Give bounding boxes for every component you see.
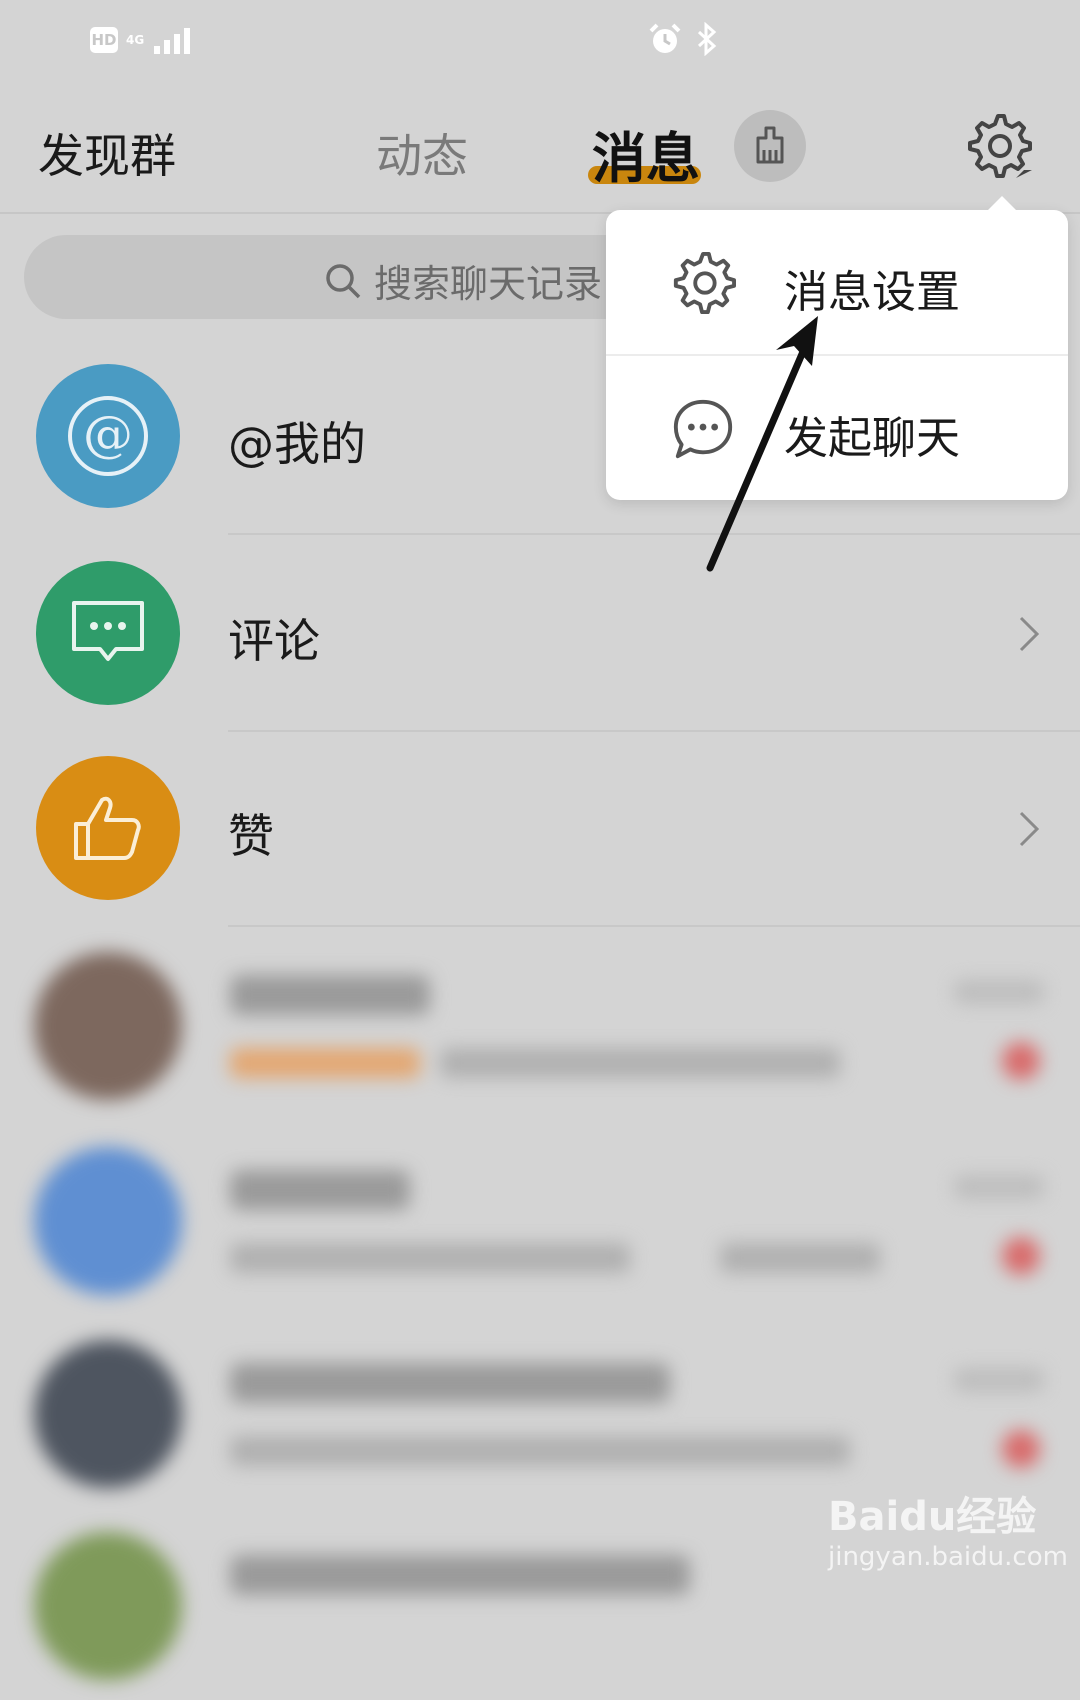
gear-icon [968, 114, 1032, 178]
conversation-row-blurred[interactable] [0, 930, 1080, 1120]
thumbs-up-icon [74, 796, 141, 860]
bluetooth-icon [697, 22, 717, 56]
svg-text:@: @ [83, 405, 133, 463]
list-item-label: 赞 [228, 809, 274, 863]
avatar [34, 952, 182, 1100]
unread-dot [1002, 1237, 1040, 1275]
conversation-time-blurred [954, 1175, 1044, 1199]
chat-bubble-icon [673, 399, 733, 459]
conversation-tag-blurred [230, 1048, 420, 1078]
conversation-time-blurred [954, 1368, 1044, 1392]
settings-popup-menu: 消息设置 发起聊天 [606, 196, 1068, 500]
divider [228, 925, 1080, 927]
comments-avatar [36, 561, 180, 705]
conversation-preview-blurred [230, 1243, 630, 1273]
settings-button[interactable] [962, 108, 1034, 180]
comment-icon [72, 601, 144, 661]
tab-dongtai[interactable]: 动态 [376, 120, 468, 186]
menu-item-message-settings[interactable]: 消息设置 [606, 210, 1068, 354]
status-icons [648, 22, 718, 56]
unread-dot [1002, 1430, 1040, 1468]
status-bar: HD 4G [0, 0, 1080, 80]
gear-icon [673, 251, 736, 315]
mentions-avatar: @ [36, 364, 180, 508]
alarm-icon [649, 23, 681, 53]
menu-item-start-chat[interactable]: 发起聊天 [606, 356, 1068, 500]
clear-unread-button[interactable] [734, 110, 806, 182]
search-placeholder: 搜索聊天记录 [374, 262, 603, 306]
search-content: 搜索聊天记录 [324, 253, 602, 308]
conversation-name-blurred [230, 975, 430, 1015]
chevron-right-icon [1019, 811, 1040, 847]
signal-icon [154, 28, 191, 54]
conversation-time-blurred [954, 980, 1044, 1004]
menu-item-label: 发起聊天 [784, 413, 960, 464]
conversation-preview-blurred [720, 1243, 880, 1273]
network-type: 4G [126, 33, 145, 47]
list-item-comments[interactable]: 评论 [0, 535, 1080, 730]
watermark-logo: Baidu经验 [828, 1494, 1037, 1540]
list-item-label: 评论 [228, 614, 320, 668]
conversation-preview-blurred [230, 1436, 850, 1466]
conversation-name-blurred [230, 1363, 670, 1403]
broom-icon [756, 126, 784, 164]
likes-avatar [36, 756, 180, 900]
conversation-row-blurred[interactable] [0, 1318, 1080, 1508]
discover-groups-link[interactable]: 发现群 [38, 120, 176, 186]
baidu-watermark: Baidu经验 jingyan.baidu.com [828, 1484, 1068, 1584]
tab-xiaoxi[interactable]: 消息 [592, 114, 700, 193]
hd-badge: HD [90, 27, 118, 53]
popup-pointer [988, 196, 1016, 210]
conversation-name-blurred [230, 1170, 410, 1210]
at-sign-icon: @ [68, 396, 148, 476]
list-item-label: @我的 [228, 417, 366, 471]
chevron-right-icon [1019, 616, 1040, 652]
list-item-likes[interactable]: 赞 [0, 730, 1080, 925]
menu-item-label: 消息设置 [784, 267, 960, 318]
avatar [34, 1340, 182, 1488]
avatar [34, 1147, 182, 1295]
conversation-row-blurred[interactable] [0, 1125, 1080, 1315]
watermark-url: jingyan.baidu.com [828, 1542, 1068, 1572]
conversation-preview-blurred [440, 1048, 840, 1078]
unread-dot [1002, 1042, 1040, 1080]
conversation-name-blurred [230, 1555, 690, 1595]
avatar [34, 1532, 182, 1680]
status-left: HD 4G [90, 26, 196, 54]
search-icon [326, 263, 361, 298]
top-header: 发现群 动态 消息 [0, 80, 1080, 214]
